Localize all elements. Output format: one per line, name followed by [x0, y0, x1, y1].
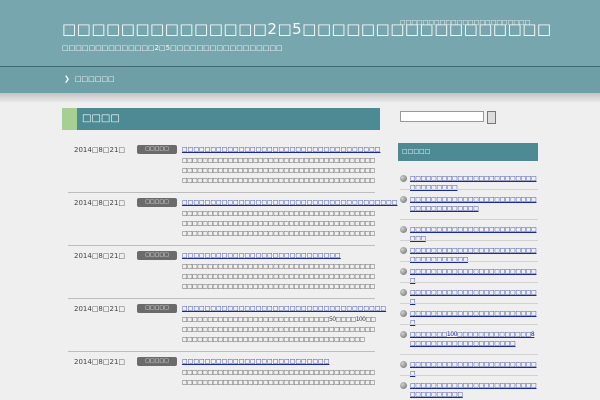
chevron-right-icon: ❯ [64, 75, 70, 83]
main-nav: ❯ □□□□□□ [0, 66, 600, 93]
bullet-icon [400, 382, 407, 389]
post-excerpt: □□□□□□□□□□□□□□□□□□□□□□□□□□□□□50□□□□100□□… [182, 316, 376, 343]
post-item: 2014□8□21□ □□□□□ □□□□□□□□□□□□□□□□□□□□□□□… [68, 145, 380, 197]
bullet-icon [400, 289, 407, 296]
sidebar-link[interactable]: □□□□□□□□□□□□□□□□□□□□□□□□□□□□□□□□□□□□□ [410, 195, 538, 213]
bullet-icon [400, 226, 407, 233]
post-item: 2014□8□21□ □□□□□ □□□□□□□□□□□□□□□□□□□□□□□… [68, 357, 375, 400]
sidebar-divider [400, 303, 538, 304]
post-excerpt: □□□□□□□□□□□□□□□□□□□□□□□□□□□□□□□□□□□□□□□□… [182, 369, 375, 386]
post-item: 2014□8□21□ □□□□□ □□□□□□□□□□□□□□□□□□□□□□□… [68, 251, 375, 303]
bullet-icon [400, 247, 407, 254]
post-item: 2014□8□21□ □□□□□ □□□□□□□□□□□□□□□□□□□□□□□… [68, 198, 397, 250]
main-heading: □□□□ [62, 108, 380, 130]
header-tagline: □□□□□□□□□□□□□□□□□□□□□□□ [400, 19, 531, 26]
post-item: 2014□8□21□ □□□□□ □□□□□□□□□□□□□□□□□□□□□□□… [68, 304, 386, 356]
sidebar-divider [400, 189, 538, 190]
post-title-link[interactable]: □□□□□□□□□□□□□□□□□□□□□□□□□□ [182, 358, 329, 365]
category-badge[interactable]: □□□□□ [137, 198, 177, 207]
post-date: 2014□8□21□ [74, 305, 126, 313]
search-button[interactable] [487, 111, 496, 124]
nav-item-home[interactable]: ❯ □□□□□□ [64, 75, 115, 83]
sidebar-divider [400, 282, 538, 283]
bullet-icon [400, 196, 407, 203]
sidebar-divider [400, 324, 538, 325]
sidebar-link[interactable]: □□□□□□□□□□□□□□□□□□□□□□□□□□□□□□□□□□ [410, 381, 538, 399]
sidebar-divider [400, 219, 538, 220]
main-heading-label: □□□□ [82, 113, 120, 124]
site-description: □□□□□□□□□□□□□□2□5□□□□□□□□□□□□□□□□□ [62, 44, 283, 52]
sidebar-divider [400, 375, 538, 376]
bullet-icon [400, 175, 407, 182]
nav-shadow [0, 93, 600, 102]
sidebar-heading: □□□□□ [398, 143, 538, 161]
post-title-link[interactable]: □□□□□□□□□□□□□□□□□□□□□□□□□□□□□□□□□□□□□□ [182, 199, 397, 206]
bullet-icon [400, 331, 407, 338]
post-title-link[interactable]: □□□□□□□□□□□□□□□□□□□□□□□□□□□□ [182, 252, 341, 259]
site-header: □□□□□□□□□□□□□□2□5□□□□□□□□□□□□□□□□□ □□□□□… [0, 0, 600, 66]
category-badge[interactable]: □□□□□ [137, 357, 177, 366]
post-date: 2014□8□21□ [74, 252, 126, 260]
category-badge[interactable]: □□□□□ [137, 251, 177, 260]
sidebar-divider [400, 354, 538, 355]
bullet-icon [400, 361, 407, 368]
bullet-icon [400, 268, 407, 275]
heading-accent [62, 108, 77, 130]
post-excerpt: □□□□□□□□□□□□□□□□□□□□□□□□□□□□□□□□□□□□□□□□… [182, 210, 375, 237]
post-date: 2014□8□21□ [74, 199, 126, 207]
post-excerpt: □□□□□□□□□□□□□□□□□□□□□□□□□□□□□□□□□□□□□□□□… [182, 263, 375, 290]
post-date: 2014□8□21□ [74, 146, 126, 154]
sidebar-heading-label: □□□□□ [402, 148, 431, 155]
search-input[interactable] [400, 111, 484, 122]
post-date: 2014□8□21□ [74, 358, 126, 366]
post-divider [68, 298, 375, 299]
nav-item-label: □□□□□□ [74, 75, 115, 83]
post-title-link[interactable]: □□□□□□□□□□□□□□□□□□□□□□□□□□□□□□□□□□□ [182, 146, 380, 153]
category-badge[interactable]: □□□□□ [137, 145, 177, 154]
post-divider [68, 192, 375, 193]
sidebar-divider [400, 240, 538, 241]
post-divider [68, 351, 375, 352]
post-divider [68, 245, 375, 246]
bullet-icon [400, 310, 407, 317]
post-title-link[interactable]: □□□□□□□□□□□□□□□□□□□□□□□□□□□□□□□□□□□□ [182, 305, 386, 312]
category-badge[interactable]: □□□□□ [137, 304, 177, 313]
sidebar-link[interactable]: □□□□□□□100□□□□□□□□□□□□□□8□□□□□□□□□□□□□□□… [410, 330, 538, 348]
post-excerpt: □□□□□□□□□□□□□□□□□□□□□□□□□□□□□□□□□□□□□□□□… [182, 157, 375, 184]
sidebar-divider [400, 261, 538, 262]
